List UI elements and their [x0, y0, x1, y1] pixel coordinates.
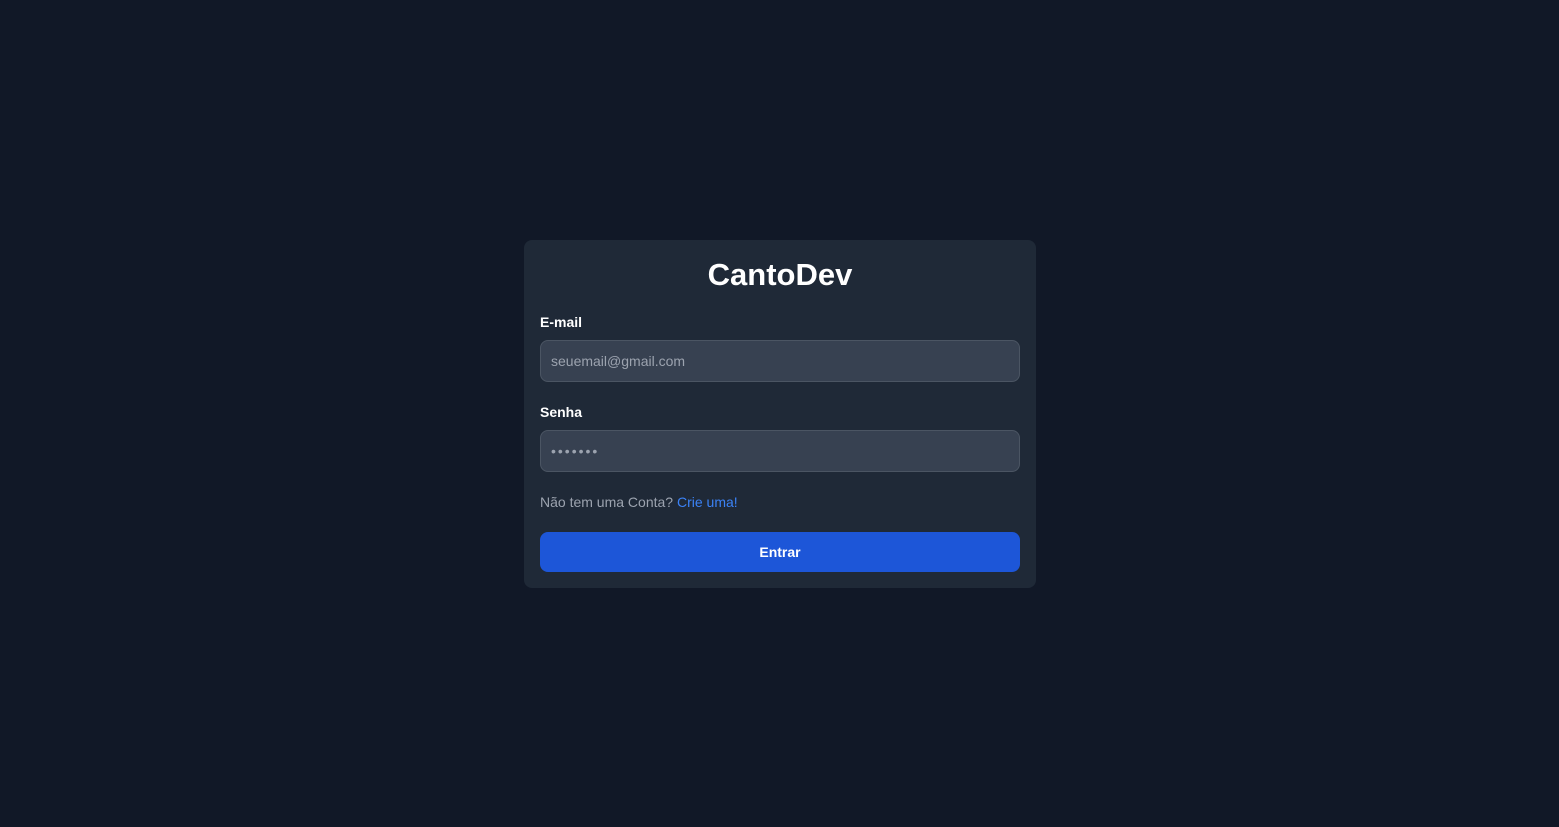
email-label: E-mail — [540, 314, 583, 330]
password-field[interactable] — [540, 430, 1020, 472]
signup-row: Não tem uma Conta? Crie uma! — [540, 492, 738, 512]
password-label: Senha — [540, 404, 583, 420]
email-field[interactable] — [540, 340, 1020, 382]
login-card: CantoDev E-mail Senha Não tem uma Conta?… — [524, 240, 1036, 588]
login-button[interactable]: Entrar — [540, 532, 1020, 572]
app-title: CantoDev — [707, 257, 853, 292]
signup-prompt: Não tem uma Conta? — [540, 494, 677, 510]
signup-link[interactable]: Crie uma! — [677, 494, 738, 510]
